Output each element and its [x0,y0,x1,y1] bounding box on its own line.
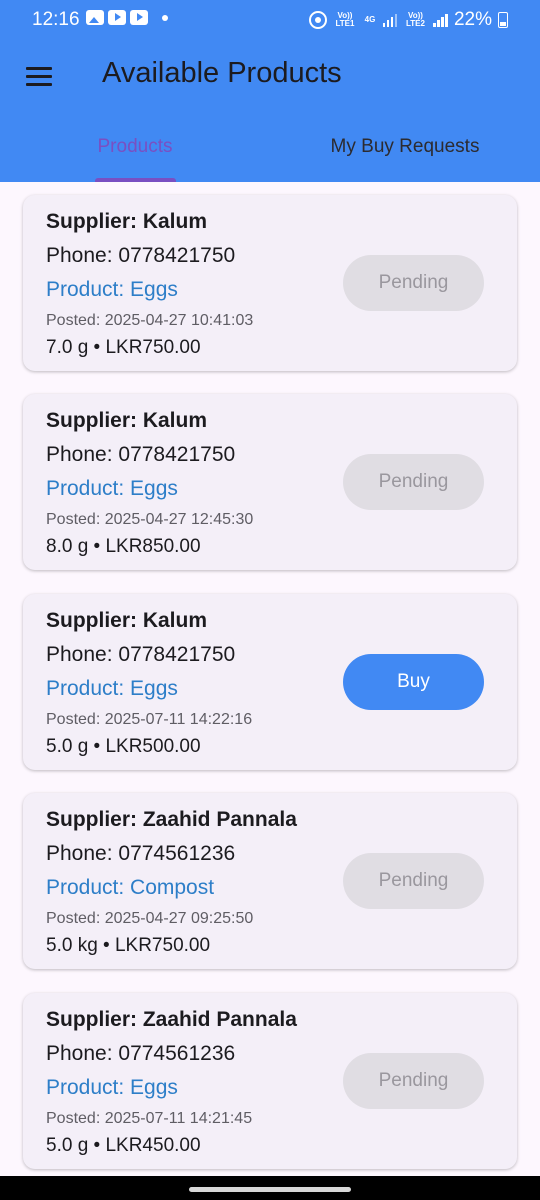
supplier-phone: Phone: 0774561236 [46,842,236,865]
quantity-price: 5.0 g • LKR450.00 [46,1135,201,1156]
product-list[interactable]: Supplier: Kalum Phone: 0778421750 Produc… [0,182,540,1176]
youtube-notification-icon-2 [130,10,148,25]
supplier-name: Supplier: Kalum [46,210,208,233]
supplier-name: Supplier: Zaahid Pannala [46,1008,297,1031]
product-name: Product: Eggs [46,477,178,500]
sim1-network-type: 4G [364,15,376,24]
battery-percentage: 22% [453,9,492,30]
product-card: Supplier: Kalum Phone: 0778421750 Produc… [23,195,517,371]
posted-date: Posted: 2025-07-11 14:21:45 [46,1110,253,1127]
supplier-phone: Phone: 0774561236 [46,1042,236,1065]
pending-button: Pending [343,1053,484,1109]
product-name: Product: Eggs [46,677,178,700]
system-icons: Vo)) LTE1 4G Vo)) LTE2 22% [308,9,508,31]
status-time: 12:16 [32,9,80,30]
youtube-notification-icon [108,10,126,25]
battery-icon [498,12,508,28]
product-card: Supplier: Kalum Phone: 0778421750 Produc… [23,594,517,770]
product-card: Supplier: Zaahid Pannala Phone: 07745612… [23,993,517,1169]
signal-sim2-icon [433,13,448,27]
posted-date: Posted: 2025-07-11 14:22:16 [46,711,253,728]
pending-button: Pending [343,255,484,311]
supplier-name: Supplier: Kalum [46,609,208,632]
quantity-price: 5.0 g • LKR500.00 [46,736,201,757]
product-card: Supplier: Zaahid Pannala Phone: 07745612… [23,793,517,969]
pending-button: Pending [343,853,484,909]
product-name: Product: Compost [46,876,215,899]
signal-sim1-icon [382,13,398,27]
supplier-name: Supplier: Kalum [46,409,208,432]
quantity-price: 7.0 g • LKR750.00 [46,337,201,358]
notification-icons [86,10,168,25]
more-notifications-dot-icon [162,14,168,21]
pending-button: Pending [343,454,484,510]
status-bar: 12:16 Vo)) LTE1 4G Vo)) LTE2 22% [0,0,540,40]
hamburger-menu-icon[interactable] [26,66,52,86]
posted-date: Posted: 2025-04-27 10:41:03 [46,312,254,329]
posted-date: Posted: 2025-04-27 12:45:30 [46,511,254,528]
hotspot-icon [308,11,327,29]
product-card: Supplier: Kalum Phone: 0778421750 Produc… [23,394,517,570]
product-name: Product: Eggs [46,278,178,301]
supplier-phone: Phone: 0778421750 [46,443,236,466]
supplier-name: Supplier: Zaahid Pannala [46,808,297,831]
gallery-notification-icon [86,10,104,25]
app-bar: 12:16 Vo)) LTE1 4G Vo)) LTE2 22% Availab… [0,0,540,182]
home-indicator[interactable] [189,1187,351,1192]
quantity-price: 8.0 g • LKR850.00 [46,536,201,557]
posted-date: Posted: 2025-04-27 09:25:50 [46,910,254,927]
product-name: Product: Eggs [46,1076,178,1099]
page-title: Available Products [102,57,342,89]
quantity-price: 5.0 kg • LKR750.00 [46,935,211,956]
supplier-phone: Phone: 0778421750 [46,244,236,267]
sim1-label: Vo)) LTE1 [335,11,355,28]
supplier-phone: Phone: 0778421750 [46,643,236,666]
sim2-label: Vo)) LTE2 [405,11,425,28]
buy-button[interactable]: Buy [343,654,484,710]
tab-products[interactable]: Products [0,136,270,158]
tab-my-buy-requests[interactable]: My Buy Requests [270,136,540,158]
system-nav-bar [0,1176,540,1200]
